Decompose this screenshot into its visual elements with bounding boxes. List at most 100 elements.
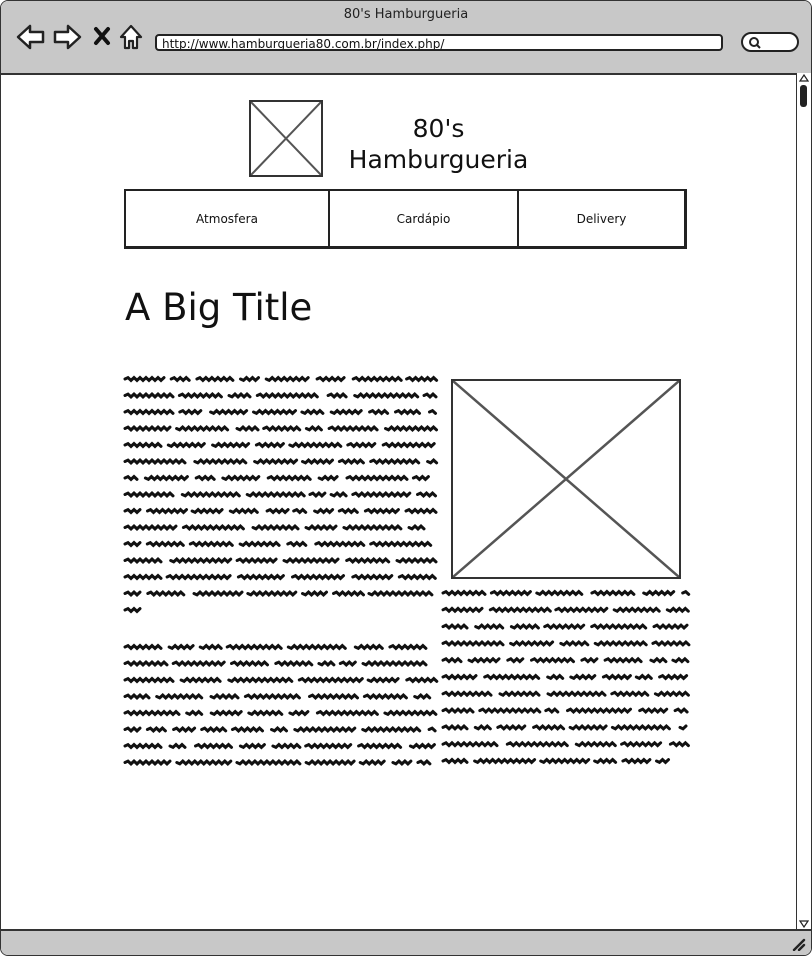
scribble-word	[238, 742, 266, 750]
scribble-word	[559, 639, 590, 647]
page-title: A Big Title	[125, 286, 313, 329]
scribble-word	[230, 660, 269, 667]
scribble-word	[535, 589, 584, 597]
scribble-word	[155, 693, 204, 700]
scribble-word	[228, 507, 259, 515]
scribble-word	[361, 726, 422, 733]
scribble-word	[188, 540, 234, 548]
scribble-word	[426, 458, 439, 465]
scribble-word	[671, 656, 690, 664]
scribble-word	[593, 757, 618, 765]
scribble-word	[123, 441, 163, 449]
scribble-word	[265, 507, 290, 515]
scrollbar-thumb[interactable]	[800, 85, 807, 107]
scribble-word	[123, 606, 142, 614]
scribble-word	[593, 639, 648, 647]
scribble-word	[123, 759, 172, 766]
scribble-word	[315, 375, 346, 383]
nav-item-cardapio[interactable]: Cardápio	[328, 191, 517, 246]
scribble-word	[580, 656, 599, 664]
scribble-word	[351, 491, 412, 498]
scribble-word	[345, 557, 391, 564]
scribble-word	[612, 606, 661, 614]
content-image-placeholder	[451, 379, 681, 579]
scribble-word	[337, 458, 365, 465]
scribble-word	[123, 742, 163, 750]
scribble-word	[123, 392, 175, 399]
scribble-word	[620, 740, 663, 748]
scribble-word	[274, 660, 314, 667]
scribble-word	[291, 573, 345, 581]
scribble-word	[168, 742, 187, 750]
scribble-word	[304, 742, 353, 750]
scribble-word	[649, 656, 668, 664]
scribble-word	[317, 660, 336, 667]
scribble-word	[175, 759, 233, 766]
scribble-word	[509, 623, 540, 631]
scribble-word	[441, 690, 493, 698]
vertical-scrollbar[interactable]	[796, 73, 811, 929]
close-x-icon[interactable]	[93, 26, 111, 46]
scribble-word	[361, 660, 428, 667]
scribble-word	[166, 441, 206, 449]
scribble-word	[288, 441, 343, 449]
scribble-word	[169, 375, 191, 383]
nav-item-atmosfera[interactable]: Atmosfera	[126, 191, 328, 246]
scribble-word	[543, 623, 586, 631]
forward-arrow-icon[interactable]	[52, 24, 82, 50]
browser-toolbar: 80's Hamburgueria http://www.hamburgueri…	[1, 1, 811, 75]
image-placeholder-icon	[251, 102, 321, 175]
scroll-down-arrow-icon[interactable]	[799, 920, 809, 928]
address-bar[interactable]: http://www.hamburgueria80.com.br/index.p…	[155, 34, 723, 51]
scribble-word	[167, 643, 195, 651]
scribble-word	[346, 441, 377, 449]
scribble-word	[532, 723, 566, 731]
scribble-word	[123, 726, 142, 733]
scribble-word	[678, 724, 688, 731]
resize-grip-icon[interactable]	[792, 938, 806, 951]
scribble-word	[235, 425, 260, 432]
scribble-word	[351, 375, 403, 383]
scribble-word	[123, 458, 187, 465]
scribble-word	[169, 557, 233, 564]
scribble-word	[489, 589, 532, 597]
scribble-word	[308, 491, 327, 498]
scribble-word	[530, 656, 575, 664]
back-arrow-icon[interactable]	[16, 24, 46, 50]
scribble-word	[539, 757, 591, 765]
scribble-word	[297, 676, 364, 684]
scribble-word	[195, 375, 235, 383]
scribble-word	[255, 392, 319, 399]
scribble-word	[441, 740, 499, 748]
scribble-word	[308, 693, 359, 700]
scribble-word	[282, 557, 340, 564]
scribble-word	[366, 676, 400, 684]
scribble-word	[603, 656, 643, 664]
scribble-word	[353, 643, 384, 651]
scribble-word	[397, 573, 437, 581]
scribble-word	[554, 606, 609, 614]
nav-item-delivery[interactable]: Delivery	[517, 191, 684, 246]
scribble-word	[209, 709, 243, 717]
scribble-word	[293, 726, 357, 733]
scribble-word	[123, 693, 151, 700]
scribble-word	[467, 656, 501, 664]
scribble-word	[221, 474, 261, 482]
browser-search-field[interactable]	[741, 32, 799, 52]
scroll-up-arrow-icon[interactable]	[799, 74, 809, 82]
image-placeholder-icon	[453, 381, 679, 577]
home-icon[interactable]	[118, 24, 144, 50]
scribble-word	[388, 643, 428, 651]
scribble-word	[441, 623, 469, 631]
scribble-word	[362, 693, 408, 700]
scribble-word	[546, 690, 607, 698]
scribble-word	[314, 540, 366, 548]
scribble-word	[566, 707, 632, 715]
scribble-word	[225, 643, 283, 651]
scribble-word	[642, 589, 676, 597]
scribble-word	[123, 375, 166, 383]
scribble-word	[569, 673, 597, 681]
scribble-word	[342, 524, 403, 531]
scribble-word	[634, 673, 653, 681]
scribble-word	[270, 726, 288, 733]
